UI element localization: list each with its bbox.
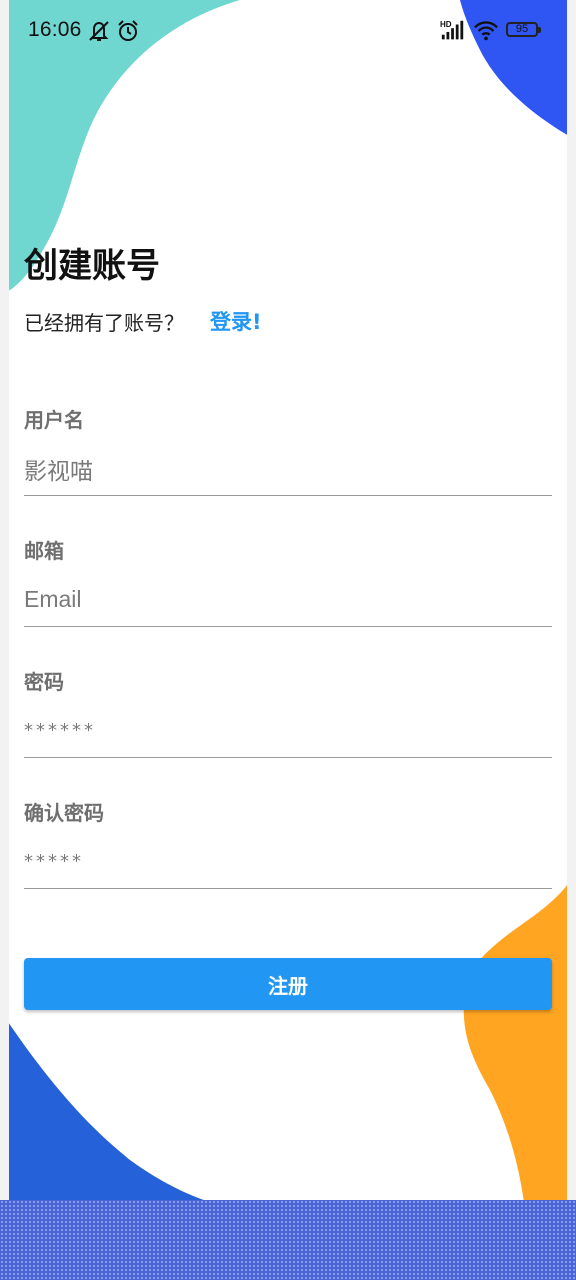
username-input[interactable] (24, 442, 552, 496)
bottom-blue-decoration-shape (0, 1010, 210, 1210)
email-input[interactable] (24, 573, 552, 627)
mute-icon (89, 21, 109, 41)
register-button[interactable]: 注册 (24, 958, 552, 1010)
battery-icon: 95 (506, 22, 541, 37)
have-account-text: 已经拥有了账号？ (24, 311, 184, 335)
password-label: 密码 (24, 670, 64, 694)
status-time: 16:06 (28, 18, 82, 41)
email-label: 邮箱 (24, 539, 64, 563)
orange-decoration-shape (463, 870, 576, 1210)
username-label: 用户名 (24, 408, 84, 432)
navigation-bar-area (0, 1200, 576, 1280)
confirm-password-input[interactable] (24, 835, 552, 889)
screen-edge-left (0, 0, 9, 1280)
alarm-icon (118, 20, 138, 41)
status-bar: 16:06 HD 95 (0, 0, 576, 60)
app-screen: 16:06 HD 95 创建账号 已经拥有了账号？ 登录! 用户名 影视喵 邮箱… (0, 0, 576, 1280)
password-input[interactable] (24, 704, 552, 758)
screen-edge-right (567, 0, 576, 1280)
confirm-password-label: 确认密码 (24, 801, 104, 825)
login-link[interactable]: 登录! (210, 306, 262, 336)
page-title: 创建账号 (24, 246, 160, 286)
wifi-icon (474, 21, 498, 41)
signal-icon (441, 20, 464, 40)
